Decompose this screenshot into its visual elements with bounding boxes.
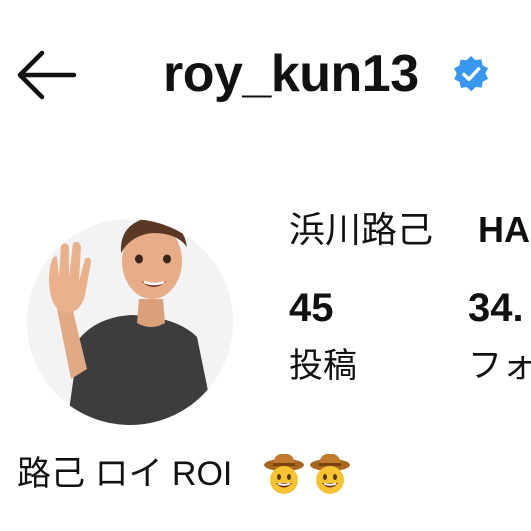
posts-label[interactable]: 投稿 (289, 342, 357, 390)
back-button[interactable] (14, 50, 78, 100)
profile-bio: 路己 ロイ ROI (17, 455, 233, 493)
profile-display-name-secondary: HA (478, 209, 530, 250)
cowboy-face-icon (310, 453, 350, 494)
arrow-left-icon (17, 50, 77, 100)
followers-count[interactable]: 34. (468, 284, 524, 332)
profile-avatar[interactable] (27, 219, 233, 425)
cowboy-face-icon (264, 453, 304, 494)
followers-label[interactable]: フォ (468, 342, 531, 390)
verified-badge-icon (454, 55, 489, 92)
profile-username: roy_kun13 (163, 45, 419, 103)
profile-display-name: 浜川路己 (289, 209, 434, 250)
avatar-illustration (49, 219, 215, 425)
posts-count[interactable]: 45 (289, 284, 334, 332)
